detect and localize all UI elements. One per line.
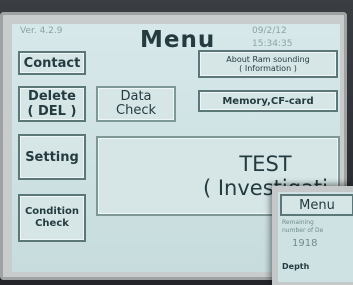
about-button[interactable]: About Ram sounding ( Information ) <box>198 50 338 78</box>
inset-screen: Menu Remaining number of De 1918 Depth <box>278 192 353 282</box>
device-photo: Ver. 4.2.9 Menu 09/2/12 15:34:35 Contact… <box>0 0 353 285</box>
data-check-line-1: Data <box>120 89 152 104</box>
inset-number-label: number of De <box>282 227 324 234</box>
about-button-label: About Ram sounding ( Information ) <box>226 55 309 73</box>
version-label: Ver. 4.2.9 <box>20 26 63 36</box>
inset-depth-label: Depth <box>282 262 310 271</box>
setting-button-label: Setting <box>25 149 79 165</box>
inset-photo: Menu Remaining number of De 1918 Depth <box>272 186 353 285</box>
memory-cf-card-button[interactable]: Memory,CF-card <box>198 90 338 112</box>
memory-button-label: Memory,CF-card <box>222 95 314 107</box>
delete-button-label: Delete ( DEL ) <box>28 89 77 119</box>
condition-check-button[interactable]: Condition Check <box>18 194 86 242</box>
contact-button[interactable]: Contact <box>18 51 86 75</box>
data-check-line-2: Check <box>116 103 156 118</box>
delete-button[interactable]: Delete ( DEL ) <box>18 86 86 122</box>
setting-button[interactable]: Setting <box>18 134 86 180</box>
about-line-2: ( Information ) <box>239 64 297 73</box>
condition-line-2: Check <box>35 218 69 229</box>
data-check-button-label: Data Check <box>116 90 156 118</box>
time-label: 15:34:35 <box>252 39 293 49</box>
data-check-button[interactable]: Data Check <box>96 86 176 122</box>
inset-menu-title: Menu <box>280 194 353 216</box>
date-label: 09/2/12 <box>252 26 287 36</box>
contact-button-label: Contact <box>23 55 81 71</box>
condition-line-1: Condition <box>24 206 80 217</box>
inset-remaining-label: Remaining <box>282 219 314 226</box>
about-line-1: About Ram sounding <box>226 55 310 64</box>
inset-remaining-value: 1918 <box>292 238 318 249</box>
condition-button-label: Condition Check <box>25 206 79 230</box>
delete-line-1: Delete <box>28 89 76 104</box>
test-line-1: TEST <box>239 152 292 176</box>
delete-line-2: ( DEL ) <box>27 104 77 119</box>
